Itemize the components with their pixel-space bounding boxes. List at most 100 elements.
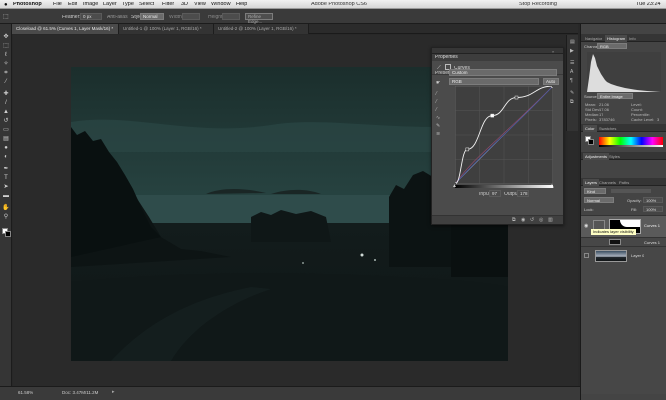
grayscale-ramp[interactable]	[599, 145, 663, 147]
paragraph-panel-icon[interactable]: ¶	[570, 78, 573, 84]
eraser-icon[interactable]: ▭	[2, 127, 10, 133]
black-point-slider[interactable]: ▲	[452, 183, 457, 189]
menu-filter[interactable]: Filter	[162, 2, 174, 8]
tab-histogram[interactable]: Histogram	[605, 35, 628, 42]
menu-edit[interactable]: Edit	[68, 2, 77, 8]
source-dropdown[interactable]: Entire Image	[597, 93, 633, 99]
layer-name[interactable]: Layer 0	[631, 254, 644, 258]
eyedropper-white-icon[interactable]: ⁄	[436, 107, 437, 113]
view-previous-icon[interactable]: ◉	[521, 217, 525, 223]
shape-icon[interactable]: ▬	[2, 193, 10, 199]
brush-icon[interactable]: /	[2, 100, 10, 106]
curve-control-point[interactable]	[514, 95, 519, 100]
tab-navigator[interactable]: Navigator	[583, 35, 604, 42]
width-input[interactable]	[182, 13, 200, 20]
history-brush-icon[interactable]: ↺	[2, 118, 10, 124]
curve-control-point[interactable]	[465, 147, 470, 152]
smooth-icon[interactable]: ≋	[436, 131, 440, 137]
visibility-icon[interactable]: ◎	[539, 217, 543, 223]
tab-untitled-2[interactable]: Untitled-2 @ 100% (Layer 1, RGB/16) *	[214, 24, 309, 34]
layer-filter-icons[interactable]	[611, 189, 651, 193]
layer-name[interactable]: Curves 1	[644, 241, 660, 245]
path-select-icon[interactable]: ➤	[2, 184, 10, 190]
layer-row-layer-0[interactable]: Layer 0	[581, 246, 666, 264]
tab-paths[interactable]: Paths	[617, 179, 631, 186]
trash-icon[interactable]: ▥	[548, 217, 553, 223]
menu-3d[interactable]: 3D	[181, 2, 188, 8]
tab-channels[interactable]: Channels	[597, 179, 618, 186]
history-panel-icon[interactable]: ▤	[570, 39, 575, 45]
layer-row-curves-1[interactable]: ◉ Curves 1 Indicates layer visibility	[581, 215, 666, 237]
tab-info[interactable]: Info	[627, 35, 638, 42]
fill-input[interactable]: 100%	[643, 206, 663, 212]
healing-icon[interactable]: ✚	[2, 91, 10, 97]
apple-icon[interactable]: ●	[4, 2, 8, 8]
style-dropdown[interactable]: Normal	[140, 13, 164, 20]
lasso-icon[interactable]: ℓ	[2, 52, 10, 58]
menu-select[interactable]: Select	[139, 2, 154, 8]
crop-icon[interactable]: ⌗	[2, 70, 10, 76]
curve-control-point[interactable]	[551, 86, 554, 88]
white-point-slider[interactable]: △	[550, 183, 554, 189]
stamp-icon[interactable]: ▲	[2, 109, 10, 115]
move-icon[interactable]: ✥	[2, 34, 10, 40]
color-bg-swatch[interactable]	[588, 139, 594, 145]
channel-hand-icon[interactable]: ☛	[436, 80, 440, 86]
channel-dropdown[interactable]: RGB	[449, 78, 539, 85]
character-panel-icon[interactable]: A	[570, 69, 573, 75]
zoom-icon[interactable]: ⚲	[2, 214, 10, 220]
height-input[interactable]	[222, 13, 240, 20]
eyedropper-black-icon[interactable]: ⁄	[436, 91, 437, 97]
layer-filter-kind[interactable]: Kind	[584, 188, 606, 194]
brush-panel-icon[interactable]: ✎	[570, 90, 574, 96]
wand-icon[interactable]: ✧	[2, 61, 10, 67]
anti-alias-checkbox[interactable]: Anti-alias	[107, 15, 128, 20]
pen-icon[interactable]: ✒	[2, 166, 10, 172]
refine-edge-button[interactable]: Refine Edge...	[245, 13, 273, 23]
eyedropper-gray-icon[interactable]: ⁄	[436, 99, 437, 105]
curves-graph[interactable]	[455, 86, 553, 184]
tab-styles[interactable]: Styles	[607, 153, 622, 160]
tab-untitled-1[interactable]: Untitled-1 @ 100% (Layer 1, RGB/16) *	[119, 24, 214, 34]
zoom-level[interactable]: 61.58%	[18, 391, 33, 396]
output-value[interactable]: 178	[517, 190, 529, 197]
dodge-icon[interactable]: ◐	[2, 154, 10, 160]
curve-control-point[interactable]	[490, 113, 495, 118]
background-color-swatch[interactable]	[5, 231, 11, 237]
eye-icon[interactable]	[584, 253, 589, 258]
doc-size[interactable]: Doc: 3.47M/11.2M	[62, 391, 98, 396]
tab-swatches[interactable]: Swatches	[597, 125, 618, 132]
opacity-input[interactable]: 100%	[643, 197, 663, 203]
hand-icon[interactable]: ✋	[2, 205, 10, 211]
reset-icon[interactable]: ↺	[530, 217, 534, 223]
feather-input[interactable]: 0 px	[80, 13, 102, 20]
eyedropper-icon[interactable]: ⁄	[2, 79, 10, 85]
blend-mode-dropdown[interactable]: Normal	[584, 197, 614, 203]
histogram-channel-dropdown[interactable]: RGB	[597, 43, 627, 49]
menu-type[interactable]: Type	[122, 2, 134, 8]
tab-adjustments[interactable]: Adjustments	[583, 153, 610, 160]
menu-image[interactable]: Image	[83, 2, 98, 8]
menu-help[interactable]: Help	[236, 2, 247, 8]
menu-window[interactable]: Window	[211, 2, 231, 8]
menu-app-name[interactable]: Photoshop	[13, 2, 42, 8]
status-arrow-icon[interactable]: ▸	[112, 390, 115, 395]
menu-layer[interactable]: Layer	[103, 2, 117, 8]
layer-name[interactable]: Curves 1	[644, 224, 660, 228]
type-icon[interactable]: T	[2, 175, 10, 181]
blur-icon[interactable]: ●	[2, 145, 10, 151]
marquee-icon[interactable]: ⬚	[3, 14, 9, 20]
actions-panel-icon[interactable]: ▶	[570, 48, 574, 54]
preset-dropdown[interactable]: Custom	[449, 69, 557, 76]
tab-color[interactable]: Color	[583, 125, 597, 132]
color-spectrum[interactable]	[599, 137, 663, 145]
layer-row-curves-1-copy[interactable]: Curves 1	[581, 237, 666, 246]
properties-panel-icon[interactable]: ☰	[570, 60, 574, 66]
clone-panel-icon[interactable]: ⧉	[570, 99, 574, 105]
curve-points-icon[interactable]: ∿	[436, 115, 440, 121]
auto-button[interactable]: Auto	[543, 78, 559, 85]
tab-closeload[interactable]: Closeload @ 61.5% (Curves 1, Layer Mask/…	[12, 24, 119, 34]
eye-icon[interactable]: ◉	[584, 223, 588, 229]
menu-view[interactable]: View	[194, 2, 206, 8]
marquee-tool-icon[interactable]: ⬚	[2, 43, 10, 49]
